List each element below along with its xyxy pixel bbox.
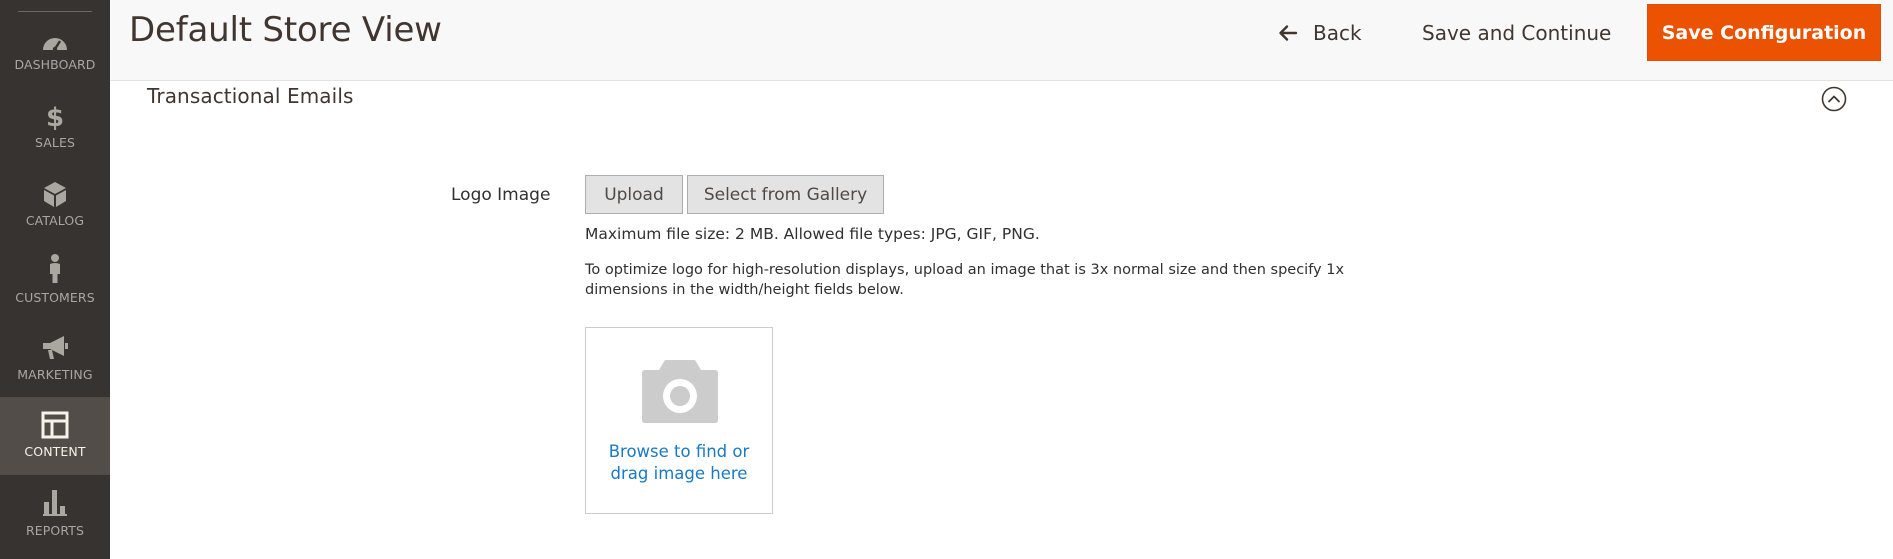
image-dropzone[interactable]: Browse to find or drag image here: [585, 327, 773, 514]
sidebar-item-catalog[interactable]: CATALOG: [0, 176, 110, 254]
sidebar-item-label: REPORTS: [25, 523, 84, 538]
save-and-continue-button[interactable]: Save and Continue: [1422, 15, 1611, 51]
browse-link[interactable]: Browse to find or drag image here: [586, 441, 772, 485]
layout-icon: [40, 410, 70, 440]
bar-chart-icon: [40, 488, 70, 518]
dashboard-icon: [40, 28, 70, 58]
sidebar-item-label: CUSTOMERS: [15, 290, 95, 305]
browse-text-line2: drag image here: [610, 464, 748, 483]
admin-sidebar: DASHBOARD $ SALES CATALOG CUSTOMERS MARK…: [0, 0, 110, 559]
page-title: Default Store View: [129, 10, 442, 50]
sidebar-item-label: MARKETING: [17, 367, 93, 382]
chevron-up-circle-icon[interactable]: [1821, 86, 1847, 112]
cube-icon: [40, 179, 70, 209]
sidebar-item-label: SALES: [34, 135, 75, 150]
sidebar-item-label: DASHBOARD: [14, 57, 96, 72]
select-from-gallery-button[interactable]: Select from Gallery: [687, 175, 884, 214]
file-size-note: Maximum file size: 2 MB. Allowed file ty…: [585, 225, 1040, 243]
sidebar-item-sales[interactable]: $ SALES: [0, 99, 110, 177]
arrow-left-icon: [1277, 22, 1299, 44]
sidebar-item-reports[interactable]: REPORTS: [0, 475, 110, 553]
upload-button[interactable]: Upload: [585, 175, 683, 214]
back-button[interactable]: Back: [1277, 15, 1362, 51]
sidebar-item-label: CATALOG: [25, 213, 85, 228]
svg-text:$: $: [46, 103, 64, 131]
sidebar-item-label: CONTENT: [24, 444, 86, 459]
sidebar-item-customers[interactable]: CUSTOMERS: [0, 253, 110, 331]
sidebar-item-content[interactable]: CONTENT: [0, 397, 110, 475]
dollar-icon: $: [40, 101, 70, 131]
section-title[interactable]: Transactional Emails: [147, 84, 354, 108]
megaphone-icon: [40, 333, 70, 363]
camera-icon: [641, 358, 719, 424]
sidebar-item-dashboard[interactable]: DASHBOARD: [0, 0, 110, 78]
back-button-label: Back: [1313, 21, 1362, 45]
page-header: Default Store View Back Save and Continu…: [110, 0, 1893, 81]
optimize-logo-note: To optimize logo for high-resolution dis…: [585, 262, 1345, 298]
person-icon: [40, 253, 70, 283]
logo-image-label: Logo Image: [451, 185, 551, 205]
save-configuration-button[interactable]: Save Configuration: [1647, 4, 1881, 61]
browse-text-line1: Browse to find or: [608, 442, 750, 461]
